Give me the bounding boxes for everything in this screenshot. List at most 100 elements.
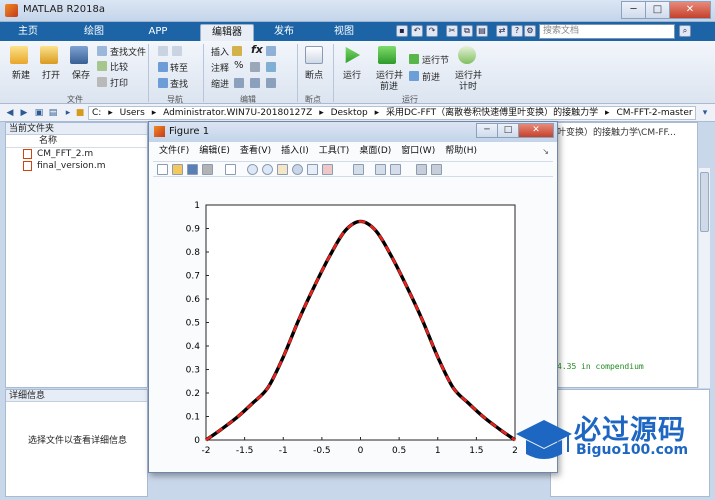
comment-button[interactable]: 注释 (211, 61, 229, 74)
menu-window[interactable]: 窗口(W) (401, 144, 435, 159)
current-folder-path[interactable]: C: ▸ Users ▸ Administrator.WIN7U-2018012… (88, 106, 696, 120)
advance-button[interactable]: 前进 (422, 70, 440, 83)
find-files-button[interactable]: 查找文件 (110, 45, 146, 58)
undo-icon[interactable]: ↶ (411, 25, 423, 37)
figure-maximize-button[interactable]: □ (497, 123, 519, 138)
rotate-3d-icon[interactable] (292, 164, 303, 175)
figure-window[interactable]: Figure 1 ─ □ ✕ 文件(F) 编辑(E) 查看(V) 插入(I) 工… (148, 121, 558, 473)
editor-scrollbar[interactable] (698, 168, 710, 388)
minimize-button[interactable]: ─ (621, 1, 646, 19)
compare-button[interactable]: 比较 (110, 60, 128, 73)
insert-button[interactable]: 插入 (211, 45, 229, 58)
save-quick-icon[interactable]: ▪ (396, 25, 408, 37)
menu-insert[interactable]: 插入(I) (281, 144, 309, 159)
path-segment[interactable]: Desktop (331, 108, 368, 118)
goto-button[interactable]: 转至 (170, 61, 188, 74)
wrap-comments-icon[interactable] (250, 62, 260, 72)
insert-colorbar-icon[interactable] (375, 164, 386, 175)
switch-window-icon[interactable]: ⇄ (496, 25, 508, 37)
hide-plot-tools-icon[interactable] (416, 164, 427, 175)
run-and-time-icon[interactable] (458, 46, 476, 64)
run-and-advance-icon[interactable] (378, 46, 396, 64)
figure-close-button[interactable]: ✕ (518, 123, 554, 138)
save-figure-icon[interactable] (187, 164, 198, 175)
print-figure-icon[interactable] (202, 164, 213, 175)
brush-icon[interactable] (322, 164, 333, 175)
tab-view[interactable]: 视图 (322, 24, 366, 41)
zoom-in-icon[interactable] (247, 164, 258, 175)
path-segment[interactable]: C: (92, 108, 101, 118)
path-segment[interactable]: Users (120, 108, 145, 118)
save-icon[interactable] (70, 46, 88, 64)
menu-tools[interactable]: 工具(T) (319, 144, 350, 159)
menu-dock-arrow-icon[interactable]: ↘ (542, 147, 549, 156)
new-icon[interactable] (10, 46, 28, 64)
settings-icon[interactable]: ⚙ (524, 25, 536, 37)
list-item[interactable]: final_version.m (6, 160, 147, 172)
forward-nav-icon[interactable] (172, 46, 182, 56)
smart-indent-icon[interactable] (234, 78, 244, 88)
run-icon[interactable] (345, 46, 361, 64)
menu-view[interactable]: 查看(V) (240, 144, 271, 159)
new-button[interactable]: 新建 (12, 68, 30, 81)
indent-button[interactable]: 缩进 (211, 77, 229, 90)
path-segment[interactable]: Administrator.WIN7U-20180127Z (163, 108, 312, 118)
close-button[interactable]: ✕ (669, 1, 711, 19)
print-button[interactable]: 打印 (110, 76, 128, 89)
run-and-time-label-2[interactable]: 计时 (459, 79, 477, 92)
tab-apps[interactable]: APP (136, 24, 180, 41)
redo-icon[interactable]: ↷ (426, 25, 438, 37)
forward-arrow-icon[interactable]: ▶ (18, 107, 30, 119)
help-icon[interactable]: ? (511, 25, 523, 37)
insert-legend-icon[interactable] (390, 164, 401, 175)
run-and-advance-label-2[interactable]: 前进 (380, 79, 398, 92)
link-plot-icon[interactable] (353, 164, 364, 175)
back-nav-icon[interactable] (158, 46, 168, 56)
open-file-icon[interactable] (172, 164, 183, 175)
up-folder-icon[interactable]: ▣ (33, 107, 45, 119)
new-figure-icon[interactable] (157, 164, 168, 175)
pan-hand-icon[interactable] (277, 164, 288, 175)
browse-folder-icon[interactable]: ▤ (47, 107, 59, 119)
cut-icon[interactable]: ✂ (446, 25, 458, 37)
tab-publish[interactable]: 发布 (262, 24, 306, 41)
menu-edit[interactable]: 编辑(E) (199, 144, 230, 159)
plot-canvas[interactable]: 0 0.1 0.2 0.3 0.4 0.5 0.6 0.7 0.8 0.9 1 -2 -1.5 -1 -0… (149, 178, 557, 472)
increase-indent-icon[interactable] (250, 78, 260, 88)
tab-home[interactable]: 主页 (6, 24, 50, 41)
function-helper-icon[interactable] (266, 46, 276, 56)
breakpoints-button[interactable]: 断点 (305, 68, 323, 81)
edit-plot-arrow-icon[interactable] (225, 164, 236, 175)
paste-icon[interactable]: ▤ (476, 25, 488, 37)
path-dropdown-icon[interactable]: ▾ (699, 107, 711, 119)
function-fx-icon[interactable]: fx (251, 43, 263, 56)
run-button[interactable]: 运行 (343, 68, 361, 81)
name-column-header[interactable]: 名称 (6, 135, 147, 148)
maximize-button[interactable]: □ (645, 1, 670, 19)
tab-plots[interactable]: 绘图 (72, 24, 116, 41)
search-icon[interactable]: ⌕ (679, 25, 691, 37)
uncomment-icon[interactable] (266, 62, 276, 72)
open-folder-icon[interactable] (40, 46, 58, 64)
save-button[interactable]: 保存 (72, 68, 90, 81)
percent-comment-icon[interactable]: % (234, 60, 244, 71)
open-button[interactable]: 打开 (42, 68, 60, 81)
copy-icon[interactable]: ⧉ (461, 25, 473, 37)
zoom-out-icon[interactable] (262, 164, 273, 175)
decrease-indent-icon[interactable] (266, 78, 276, 88)
list-item[interactable]: CM_FFT_2.m (6, 148, 147, 160)
breakpoints-icon[interactable] (305, 46, 323, 64)
menu-desktop[interactable]: 桌面(D) (359, 144, 391, 159)
menu-file[interactable]: 文件(F) (159, 144, 189, 159)
menu-help[interactable]: 帮助(H) (445, 144, 477, 159)
path-segment[interactable]: CM-FFT-2-master (616, 108, 692, 118)
show-plot-tools-icon[interactable] (431, 164, 442, 175)
run-section-button[interactable]: 运行节 (422, 53, 449, 66)
data-cursor-icon[interactable] (307, 164, 318, 175)
scrollbar-thumb[interactable] (700, 172, 709, 232)
figure-minimize-button[interactable]: ─ (476, 123, 498, 138)
find-button[interactable]: 查找 (170, 77, 188, 90)
path-segment[interactable]: 采用DC-FFT（离散卷积快速傅里叶变换）的接触力学 (386, 108, 598, 118)
search-documentation-input[interactable]: 搜索文档 (539, 24, 675, 39)
tab-editor[interactable]: 编辑器 (200, 24, 254, 41)
